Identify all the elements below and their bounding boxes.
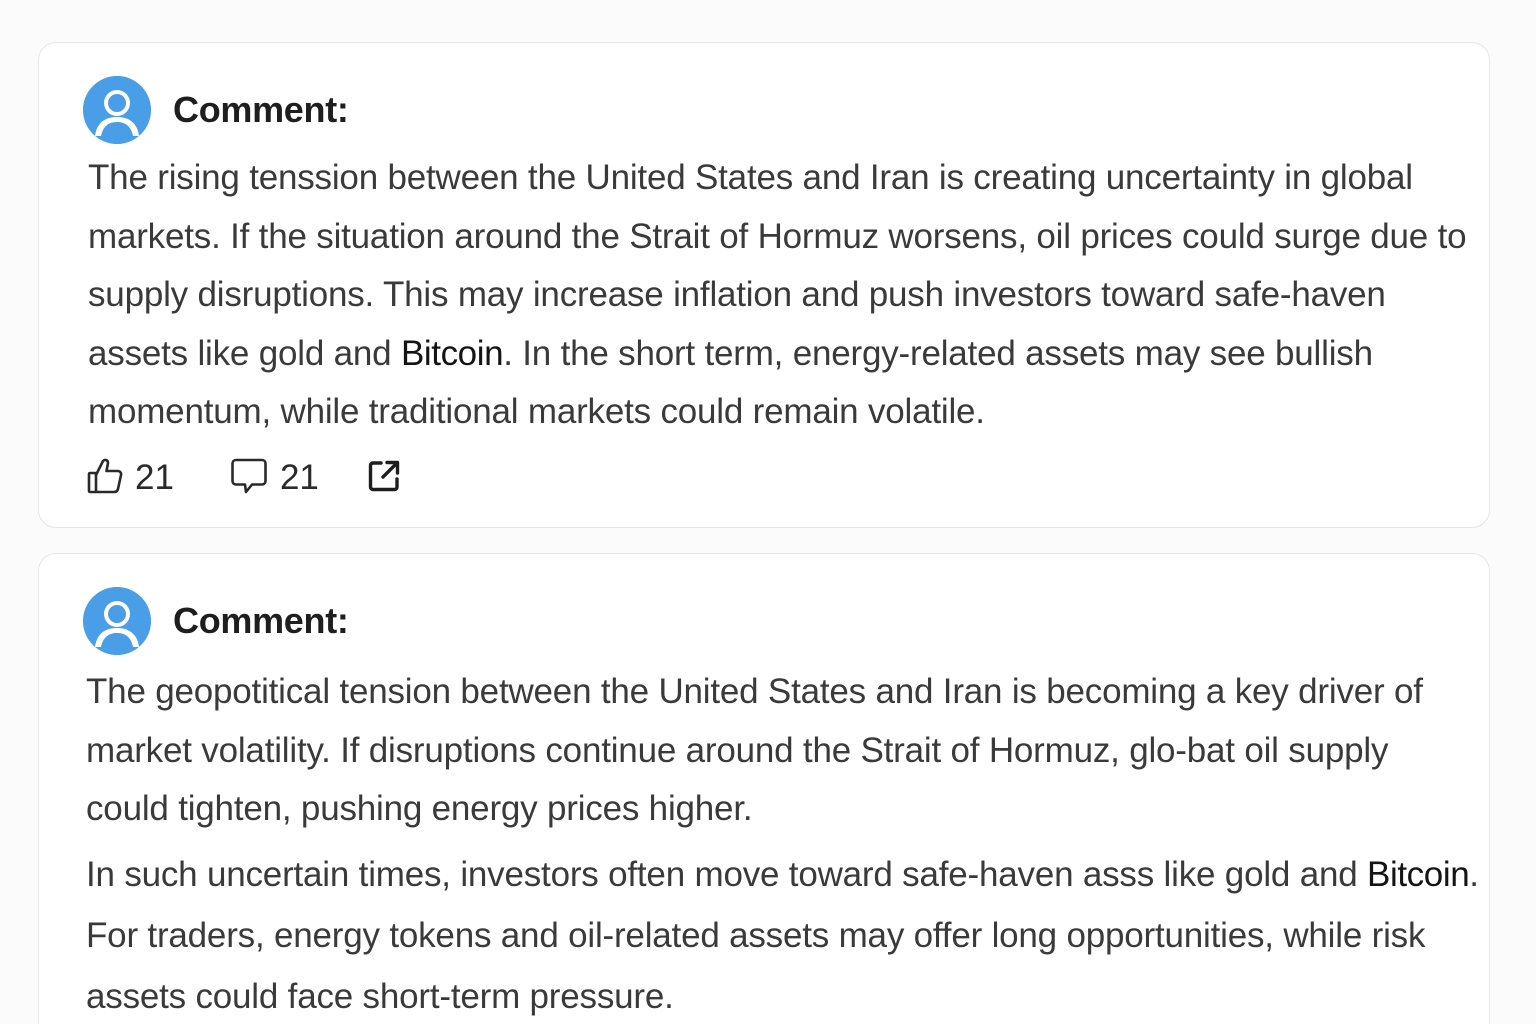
comment-body: The rising tenssion between the United S… (88, 149, 1488, 442)
comment-card: Comment: The rising tenssion between the… (38, 42, 1490, 528)
share-button[interactable] (367, 459, 401, 498)
share-icon (367, 459, 401, 498)
user-avatar-icon[interactable] (83, 76, 151, 144)
comment-text: In such uncertain times, investors often… (86, 855, 1368, 894)
bitcoin-mention[interactable]: Bitcoin (1367, 855, 1470, 894)
comment-label: Comment: (173, 89, 349, 130)
user-avatar-icon[interactable] (83, 587, 151, 655)
comment-label: Comment: (173, 600, 349, 641)
comment-text: The geopotitical tension between the Uni… (86, 672, 1423, 828)
comment-feed: Comment: The rising tenssion between the… (0, 0, 1536, 1024)
comment-body: In such uncertain times, investors often… (86, 844, 1486, 1024)
comment-header: Comment: (83, 587, 349, 655)
comment-actions: 21 21 (87, 457, 401, 499)
comment-header: Comment: (83, 76, 349, 144)
reply-count: 21 (279, 458, 319, 497)
bitcoin-mention[interactable]: Bitcoin (401, 334, 504, 373)
like-count: 21 (135, 458, 174, 497)
like-button[interactable]: 21 (87, 457, 174, 500)
comment-card: Comment: The geopotitical tension betwee… (38, 553, 1490, 1024)
reply-button[interactable]: 21 (230, 457, 319, 500)
thumbs-up-icon (87, 457, 123, 500)
comment-body: The geopotitical tension between the Uni… (86, 663, 1441, 839)
speech-bubble-icon (230, 457, 268, 500)
